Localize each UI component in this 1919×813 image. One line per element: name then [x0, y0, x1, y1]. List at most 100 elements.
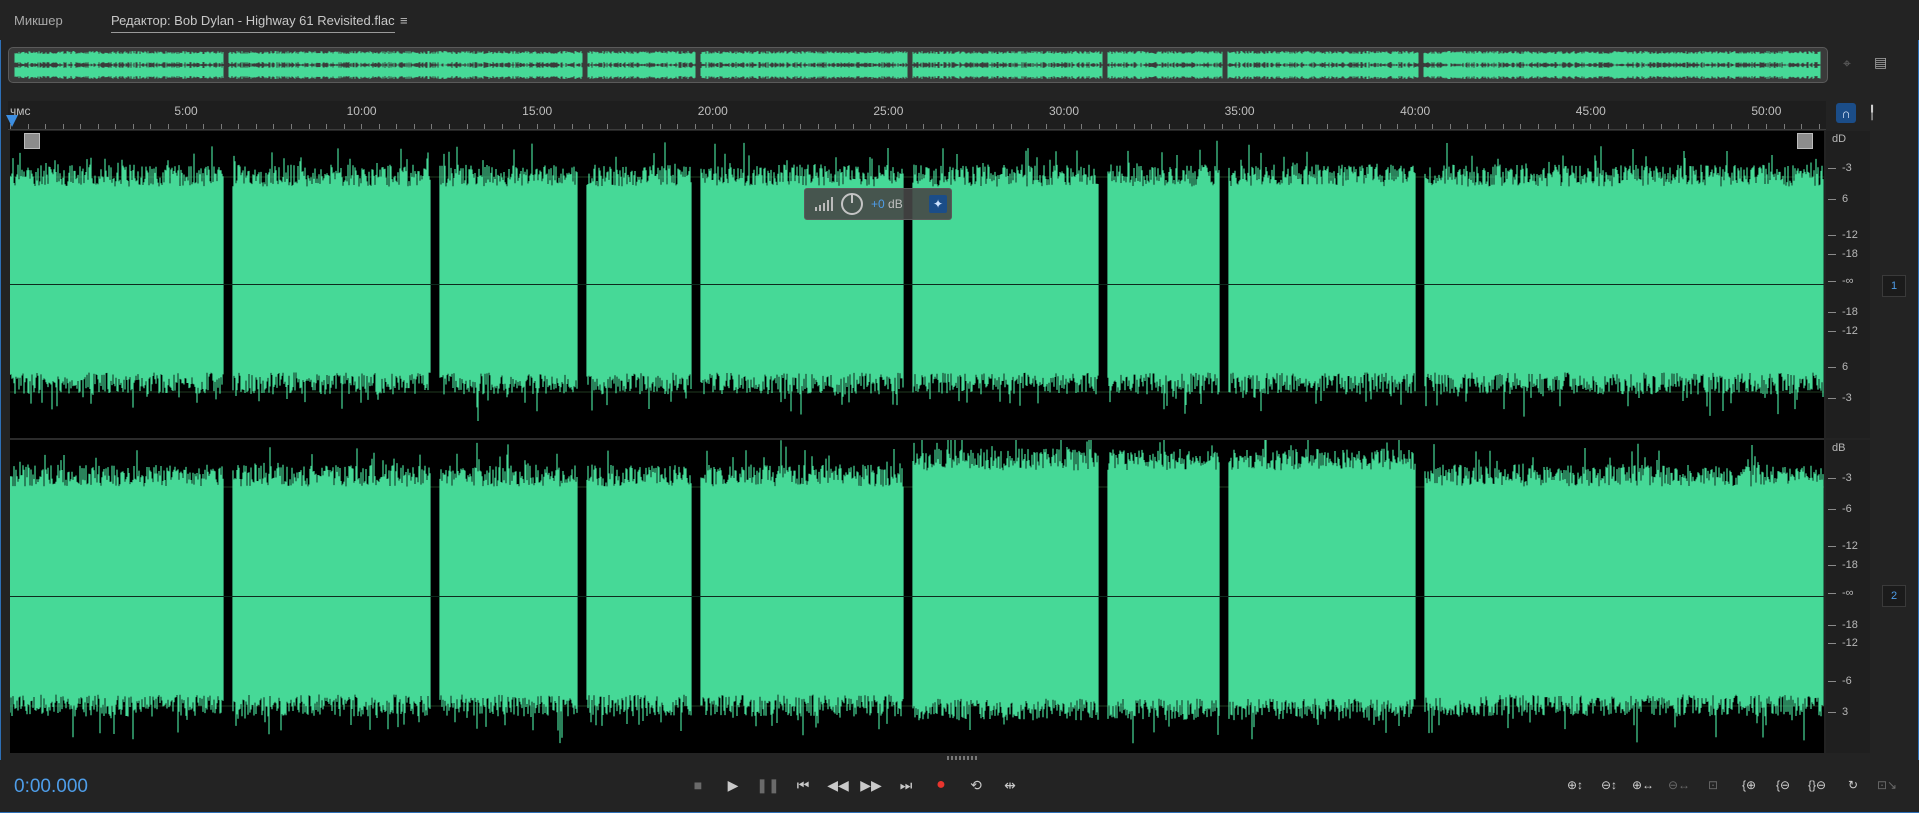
ruler-tick: [958, 124, 960, 129]
play-icon[interactable]: ▶: [719, 772, 747, 798]
zoom-in-point-icon[interactable]: {⊕: [1734, 772, 1764, 798]
ruler-tick: [1204, 124, 1206, 129]
ruler-tick: [1098, 124, 1100, 129]
ruler-tick: [1151, 124, 1153, 129]
ruler-tick: [519, 124, 521, 129]
ruler-tick: [888, 124, 889, 129]
go-to-end-icon[interactable]: ⏭: [892, 772, 920, 798]
ruler-tick: [1766, 124, 1767, 129]
db-scale-label: -∞: [1842, 275, 1854, 288]
ruler-tick: [1520, 124, 1522, 129]
db-scale-header: dB: [1832, 442, 1846, 454]
ruler-tick: [800, 124, 802, 129]
db-scale-label: -6: [1842, 675, 1852, 687]
ruler-label: 45:00: [1575, 104, 1606, 118]
marker-icon[interactable]: ╿: [1862, 103, 1882, 123]
amplitude-value: +0 dB: [871, 197, 903, 211]
resize-grip[interactable]: [947, 756, 977, 760]
ruler-tick: [1537, 124, 1539, 129]
ruler-tick: [659, 124, 661, 129]
skip-selection-icon[interactable]: ⇹: [996, 772, 1024, 798]
ruler-label: 25:00: [873, 104, 904, 118]
db-scale-tick: [1828, 330, 1836, 332]
ruler-tick: [290, 124, 292, 129]
ruler-label: 15:00: [522, 104, 553, 118]
ruler-tick: [1010, 124, 1012, 129]
ruler-tick: [975, 124, 977, 129]
ruler-tick: [607, 124, 609, 129]
db-scale-label: -18: [1842, 247, 1858, 260]
channel-1-waveform[interactable]: [10, 131, 1824, 438]
record-icon[interactable]: ●: [927, 772, 955, 798]
rewind-icon[interactable]: ◀◀: [824, 772, 852, 798]
zoom-out-point-icon[interactable]: {⊖: [1768, 772, 1798, 798]
amplitude-hud[interactable]: +0 dB ✦: [804, 188, 952, 220]
db-scale-label: -12: [1842, 324, 1858, 337]
fast-forward-icon[interactable]: ▶▶: [857, 772, 885, 798]
fade-in-handle-icon[interactable]: [24, 133, 40, 149]
db-scale-label: -3: [1842, 161, 1852, 174]
ruler-tick: [1116, 124, 1118, 129]
amplitude-knob-icon[interactable]: [841, 193, 863, 215]
pin-icon[interactable]: ✦: [929, 195, 947, 213]
waveform-path: [10, 140, 1824, 421]
db-scale-label: -3: [1842, 471, 1852, 484]
zoom-reset-icon[interactable]: ↻: [1838, 772, 1868, 798]
zoom-in-time-icon[interactable]: ⊕↔: [1628, 772, 1658, 798]
ruler-tick: [501, 124, 503, 129]
ruler-tick: [150, 124, 152, 129]
panel-options-icon[interactable]: ▤: [1874, 54, 1887, 71]
ruler-tick: [1643, 124, 1645, 129]
pause-icon[interactable]: ❚❚: [754, 772, 782, 798]
db-scale-label: -18: [1842, 306, 1858, 319]
db-scale-label: -12: [1842, 540, 1858, 553]
channel-2-toggle[interactable]: 2: [1882, 585, 1906, 607]
ruler-tick: [326, 124, 328, 129]
snap-magnet-icon[interactable]: ∩: [1836, 103, 1856, 123]
channel-1-toggle[interactable]: 1: [1882, 275, 1906, 297]
hamburger-menu-icon[interactable]: ≡: [400, 13, 408, 28]
zoom-to-selection-icon[interactable]: ⊡: [1698, 772, 1728, 798]
current-time-display[interactable]: 0:00.000: [14, 776, 88, 798]
ruler-tick: [1362, 124, 1364, 129]
ruler-tick: [729, 124, 731, 129]
ruler-tick: [466, 124, 468, 129]
zoom-full-icon[interactable]: {}⊖: [1802, 772, 1832, 798]
zoom-navigator-icon[interactable]: ⌖: [1843, 55, 1851, 72]
channel-2-waveform[interactable]: [10, 440, 1824, 753]
db-scale-label: 3: [1842, 706, 1849, 719]
ruler-tick: [97, 124, 99, 129]
ruler-tick: [852, 124, 854, 129]
ruler-label: 40:00: [1400, 104, 1431, 118]
zoom-out-amplitude-icon[interactable]: ⊖↕: [1594, 772, 1624, 798]
time-ruler[interactable]: чмс 5:00 10:00 15:00 20:00 25:00 30:00 35:00 40…: [8, 101, 1826, 130]
ruler-tick: [1186, 124, 1188, 129]
db-scale-label: -18: [1842, 559, 1858, 572]
ruler-tick: [554, 124, 556, 129]
ruler-tick: [1818, 124, 1820, 129]
waveform-overview[interactable]: [8, 47, 1828, 83]
playhead-marker[interactable]: [6, 115, 18, 127]
ruler-tick: [923, 124, 925, 129]
fade-out-handle-icon[interactable]: [1797, 133, 1813, 149]
ruler-tick: [712, 124, 714, 129]
ruler-tick: [1256, 124, 1258, 129]
db-scale-tick: [1828, 546, 1836, 548]
ruler-tick: [1485, 124, 1487, 129]
db-scale-tick: [1828, 712, 1836, 714]
zoom-history-icon[interactable]: ⊡↘: [1872, 772, 1902, 798]
tab-mixer[interactable]: Микшер: [14, 13, 63, 28]
loop-icon[interactable]: ⟲: [962, 772, 990, 798]
stop-icon[interactable]: ■: [684, 772, 712, 798]
ruler-tick: [45, 124, 47, 129]
zoom-out-time-icon[interactable]: ⊖↔: [1664, 772, 1694, 798]
zoom-in-amplitude-icon[interactable]: ⊕↕: [1560, 772, 1590, 798]
ruler-tick: [1379, 124, 1381, 129]
tab-editor[interactable]: Редактор: Bob Dylan - Highway 61 Revisit…: [111, 13, 395, 33]
db-scale-label: -12: [1842, 637, 1858, 650]
ruler-tick: [782, 124, 784, 129]
ruler-tick: [1081, 124, 1083, 129]
ruler-tick: [870, 124, 872, 129]
ruler-tick: [1572, 124, 1574, 129]
go-to-start-icon[interactable]: ⏮: [789, 772, 817, 798]
